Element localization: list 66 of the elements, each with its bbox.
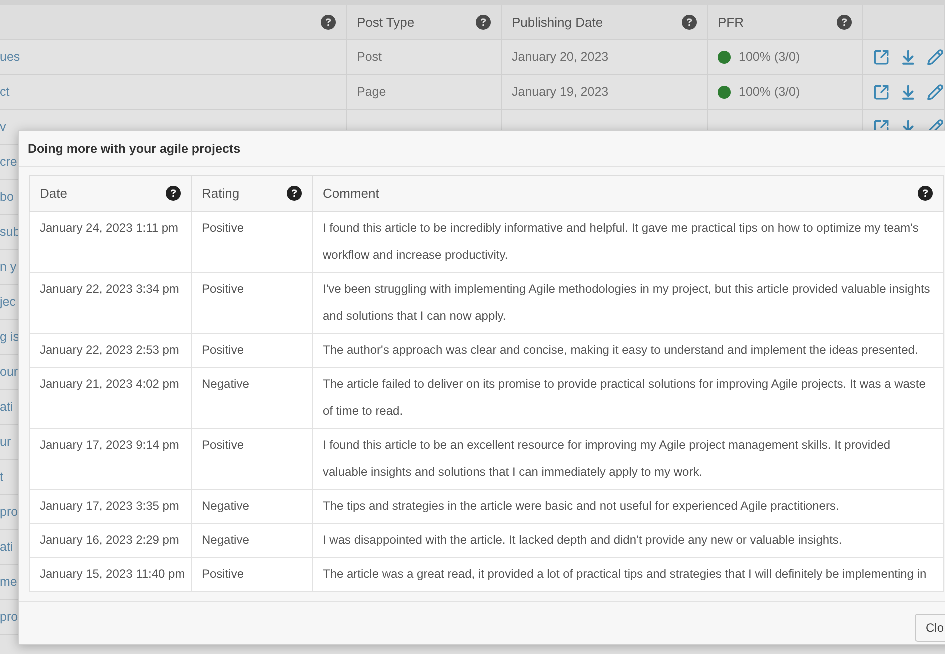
edit-icon[interactable] [927, 84, 944, 100]
rating-value: Positive [202, 343, 244, 357]
download-icon[interactable] [900, 48, 917, 66]
comment-text: The tips and strategies in the article were basic and not useful for experienced Agile practitioners. [323, 499, 840, 513]
post-type: Post [357, 50, 382, 64]
comment-date: January 21, 2023 4:02 pm [40, 377, 180, 391]
post-title-link[interactable]: ur [0, 435, 12, 449]
post-type: Page [357, 85, 386, 99]
column-header: Comment [323, 186, 380, 201]
help-icon[interactable] [918, 186, 933, 201]
external-link-icon[interactable] [873, 48, 890, 66]
comment-date: January 17, 2023 3:35 pm [40, 499, 180, 513]
comment-date: January 15, 2023 11:40 pm [40, 567, 186, 581]
post-title-link[interactable]: bo [0, 190, 14, 204]
comment-text: The article was a great read, it provided a lot of practical tips and strategies that I will definitely be implementing in [323, 567, 927, 581]
dialog-title: Doing more with your agile projects [19, 131, 945, 167]
publishing-date: January 19, 2023 [512, 85, 609, 99]
pfr-value: 100% (3/0) [739, 85, 800, 99]
comment-text: The article failed to deliver on its promise to provide practical solutions for improving Agile projects. It was a waste of time to read. [323, 377, 926, 418]
external-link-icon[interactable] [873, 84, 890, 100]
rating-value: Positive [202, 567, 244, 581]
post-title-link[interactable]: cre [0, 155, 18, 169]
help-icon[interactable] [287, 186, 302, 201]
rating-value: Negative [202, 533, 250, 547]
download-icon[interactable] [900, 84, 917, 100]
rating-value: Negative [202, 499, 250, 513]
column-header: Post Type [357, 14, 416, 30]
post-title-link[interactable]: our [0, 365, 18, 379]
post-title-link[interactable]: pro [0, 505, 18, 519]
comment-date: January 24, 2023 1:11 pm [40, 221, 179, 235]
comment-date: January 16, 2023 2:29 pm [40, 533, 180, 547]
comment-text: I've been struggling with implementing Agile methodologies in my project, but this article provided valuable insights and solutions that I can now apply. [323, 282, 930, 323]
help-icon[interactable] [837, 14, 852, 30]
rating-value: Positive [202, 282, 244, 296]
comment-text: I was disappointed with the article. It lacked depth and didn't provide any new or valuable insights. [323, 533, 842, 547]
post-title-link[interactable]: ct [0, 85, 10, 99]
column-header: PFR [718, 14, 745, 30]
comment-text: I found this article to be an excellent resource for improving my Agile project management skills. It provided valuable insights and solutions that I can immediately apply to my work. [323, 438, 891, 479]
help-icon[interactable] [321, 14, 336, 30]
column-header: Rating [202, 186, 241, 201]
comment-text: The author's approach was clear and concise, making it easy to understand and implement the ideas presented. [323, 343, 918, 357]
column-header: Date [40, 186, 68, 201]
comment-date: January 22, 2023 3:34 pm [40, 282, 180, 296]
post-title-link[interactable]: ati [0, 540, 14, 554]
close-button[interactable]: Clo [914, 614, 945, 642]
pfr-value: 100% (3/0) [739, 50, 800, 64]
column-header: Publishing Date [512, 14, 604, 30]
post-title-link[interactable]: ati [0, 400, 14, 414]
post-title-link[interactable]: n y [0, 260, 17, 274]
help-icon[interactable] [682, 14, 697, 30]
rating-value: Positive [202, 221, 244, 235]
edit-icon[interactable] [927, 48, 944, 66]
comment-date: January 22, 2023 2:53 pm [40, 343, 180, 357]
comment-text: I found this article to be incredibly informative and helpful. It gave me practical tips on how to optimize my team's workflow and increase productivity. [323, 221, 919, 262]
publishing-date: January 20, 2023 [512, 50, 609, 64]
post-title-link[interactable]: me [0, 575, 18, 589]
post-title-link[interactable]: t [0, 470, 4, 484]
rating-value: Positive [202, 438, 244, 452]
post-title-link[interactable]: jec [0, 295, 16, 309]
help-icon[interactable] [166, 186, 181, 201]
rating-value: Negative [202, 377, 250, 391]
post-title-link[interactable]: v [0, 120, 6, 134]
help-icon[interactable] [476, 14, 491, 30]
comment-date: January 17, 2023 9:14 pm [40, 438, 180, 452]
post-title-link[interactable]: ues [0, 50, 20, 64]
post-title-link[interactable]: pro [0, 610, 18, 624]
